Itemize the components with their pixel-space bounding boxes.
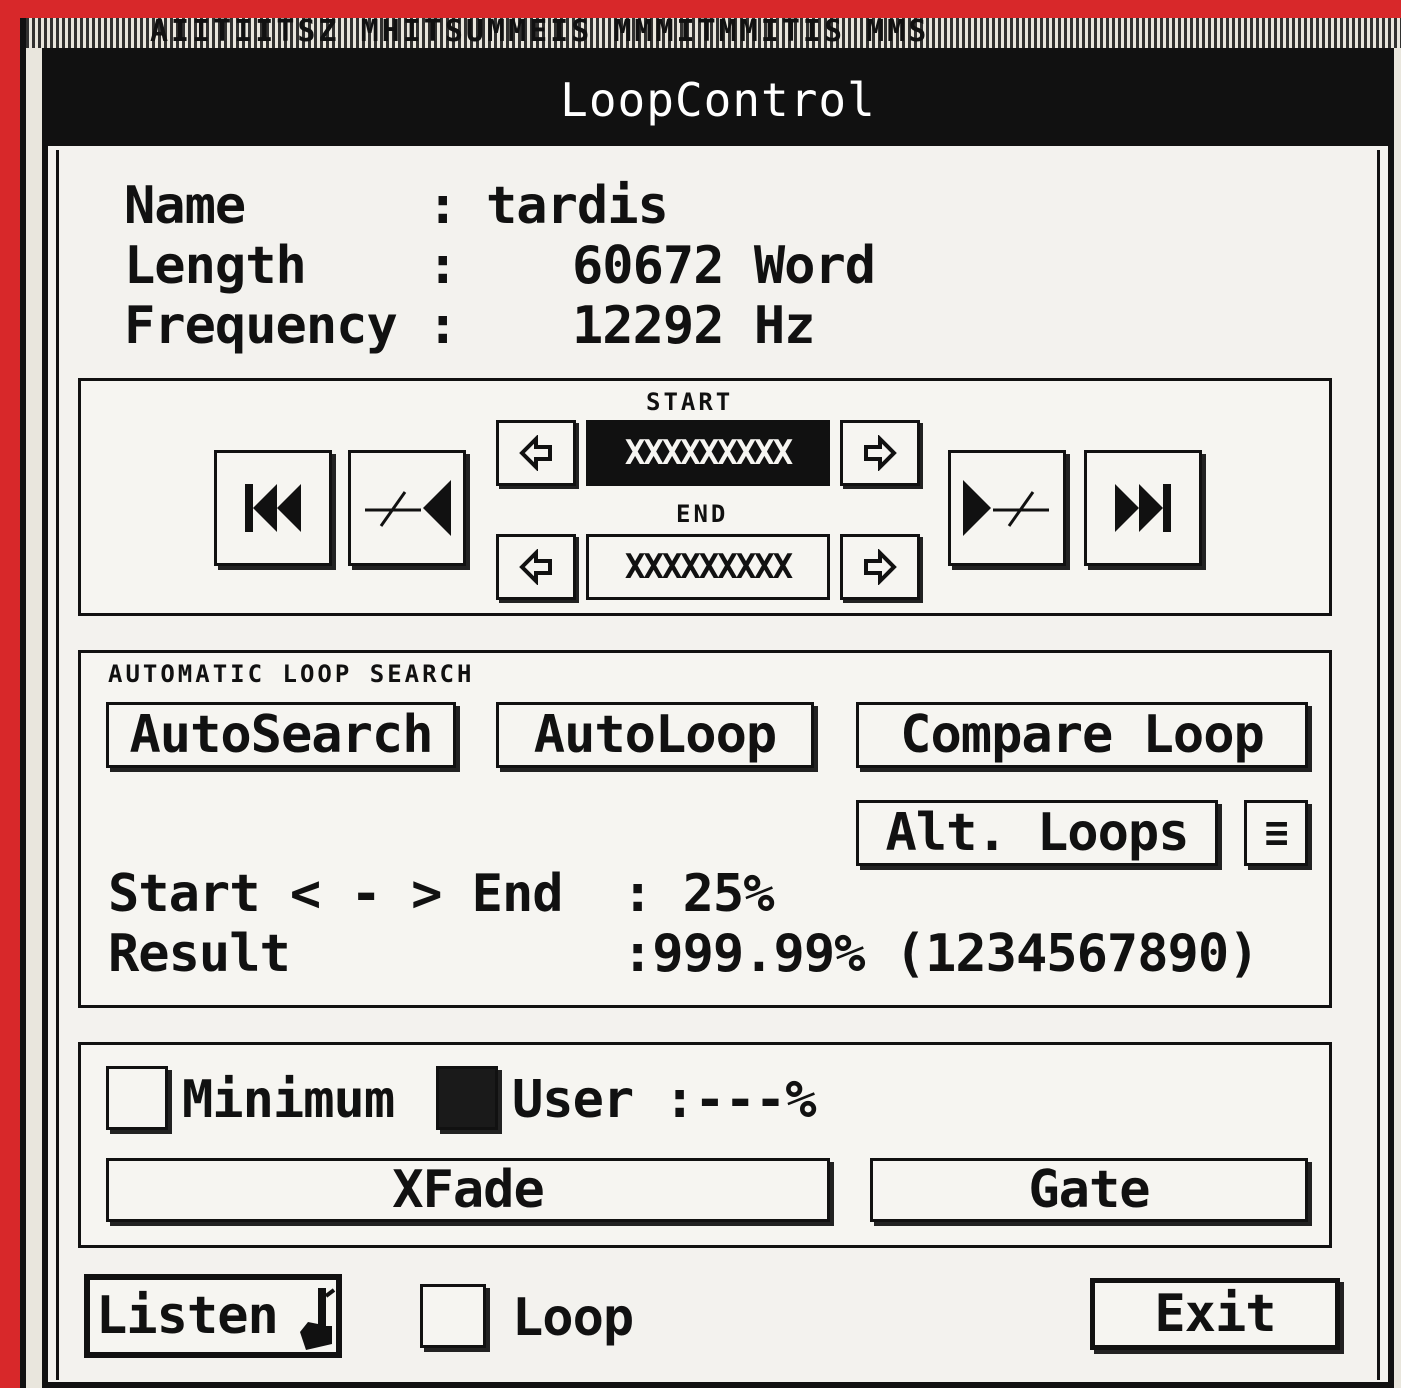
start-end-value[interactable]: : 25%: [622, 864, 775, 924]
right-marker-icon: [963, 480, 1049, 536]
dialog-title: LoopControl: [560, 73, 876, 127]
background-title-text: AIITIITSZ MHITSUMMEIS MMMITMMITIS MMS: [150, 14, 930, 49]
listen-button[interactable]: Listen: [84, 1274, 342, 1358]
minimum-label: Minimum: [182, 1070, 395, 1130]
listen-label: Listen: [96, 1286, 279, 1346]
minimum-checkbox[interactable]: [106, 1066, 168, 1130]
gate-button[interactable]: Gate: [870, 1158, 1308, 1222]
rewind-button[interactable]: [214, 450, 332, 566]
left-arrow-icon: [519, 549, 552, 585]
xfade-button[interactable]: XFade: [106, 1158, 830, 1222]
page-edge-left: [0, 0, 20, 1388]
user-value[interactable]: :---%: [664, 1070, 817, 1130]
user-checkbox[interactable]: [436, 1066, 498, 1130]
name-value: tardis: [486, 176, 669, 236]
length-value: 60672 Word: [572, 236, 876, 296]
name-label: Name :: [124, 176, 458, 236]
start-label: START: [646, 388, 734, 416]
alt-loops-button[interactable]: Alt. Loops: [856, 800, 1218, 866]
autosearch-button[interactable]: AutoSearch: [106, 702, 456, 768]
left-marker-icon: [365, 480, 451, 536]
skip-to-end-icon: [1115, 484, 1171, 532]
start-position-slider[interactable]: XXXXXXXXX: [586, 420, 830, 486]
autoloop-button[interactable]: AutoLoop: [496, 702, 814, 768]
start-decrement-button[interactable]: [496, 420, 576, 486]
start-end-label: Start < - > End: [108, 864, 564, 924]
frequency-value: 12292 Hz: [572, 296, 815, 356]
loop-label: Loop: [512, 1288, 634, 1348]
loop-end-marker-button[interactable]: [948, 450, 1066, 566]
auto-search-section-label: AUTOMATIC LOOP SEARCH: [108, 660, 475, 688]
end-label: END: [676, 500, 729, 528]
user-label: User: [512, 1070, 634, 1130]
skip-to-start-icon: [245, 484, 301, 532]
compare-loop-button[interactable]: Compare Loop: [856, 702, 1308, 768]
result-label: Result: [108, 924, 291, 984]
right-arrow-icon: [864, 549, 897, 585]
alt-loops-menu-button[interactable]: ≡: [1244, 800, 1308, 866]
end-increment-button[interactable]: [840, 534, 920, 600]
loop-checkbox[interactable]: [420, 1284, 486, 1348]
pointer-hand-icon: [300, 1288, 336, 1350]
length-label: Length :: [124, 236, 458, 296]
frequency-label: Frequency :: [124, 296, 458, 356]
result-value: :999.99% (1234567890): [622, 924, 1259, 984]
end-position-slider[interactable]: XXXXXXXXX: [586, 534, 830, 600]
end-decrement-button[interactable]: [496, 534, 576, 600]
exit-button[interactable]: Exit: [1090, 1278, 1340, 1350]
loop-start-marker-button[interactable]: [348, 450, 466, 566]
forward-button[interactable]: [1084, 450, 1202, 566]
start-increment-button[interactable]: [840, 420, 920, 486]
right-arrow-icon: [864, 435, 897, 471]
left-arrow-icon: [519, 435, 552, 471]
